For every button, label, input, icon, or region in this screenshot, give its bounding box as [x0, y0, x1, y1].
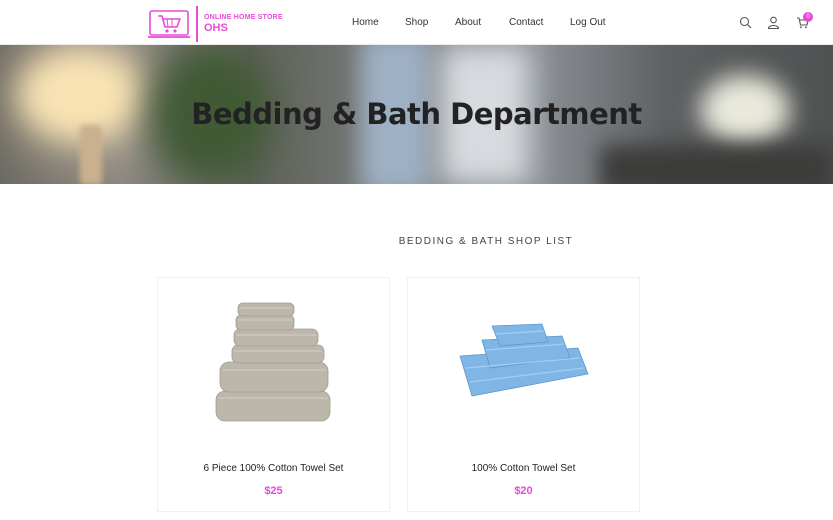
store-logo[interactable]: ONLINE HOME STORE OHS [148, 6, 283, 42]
product-price: $25 [264, 485, 283, 497]
search-icon[interactable] [739, 16, 752, 29]
shop-list-title: BEDDING & BATH SHOP LIST [398, 236, 574, 247]
user-icon[interactable] [767, 16, 780, 29]
logo-divider [196, 6, 198, 42]
blue-towel-stack-image [459, 323, 589, 397]
logo-text: ONLINE HOME STORE OHS [204, 14, 283, 34]
hero-title: Bedding & Bath Department [191, 97, 642, 131]
site-header: ONLINE HOME STORE OHS Home Shop About Co… [0, 0, 833, 45]
nav-shop[interactable]: Shop [405, 17, 428, 28]
cart-count-badge: 0 [803, 12, 813, 22]
logo-abbreviation: OHS [204, 22, 228, 34]
product-name[interactable]: 100% Cotton Towel Set [408, 463, 639, 474]
shelf-blur [600, 145, 833, 184]
nav-about[interactable]: About [455, 17, 481, 28]
product-price: $20 [514, 485, 533, 497]
nav-logout[interactable]: Log Out [570, 17, 606, 28]
lamp-stand [80, 125, 102, 184]
nav-contact[interactable]: Contact [509, 17, 543, 28]
logo-title: ONLINE HOME STORE [204, 14, 283, 21]
nav-home[interactable]: Home [352, 17, 379, 28]
product-card[interactable]: 6 Piece 100% Cotton Towel Set $25 [157, 277, 390, 512]
product-name[interactable]: 6 Piece 100% Cotton Towel Set [158, 463, 389, 474]
product-card[interactable]: 100% Cotton Towel Set $20 [407, 277, 640, 512]
hero-banner: Bedding & Bath Department [0, 45, 833, 184]
shopping-cart-laptop-icon [148, 10, 190, 38]
beige-towel-stack-image [215, 302, 331, 422]
